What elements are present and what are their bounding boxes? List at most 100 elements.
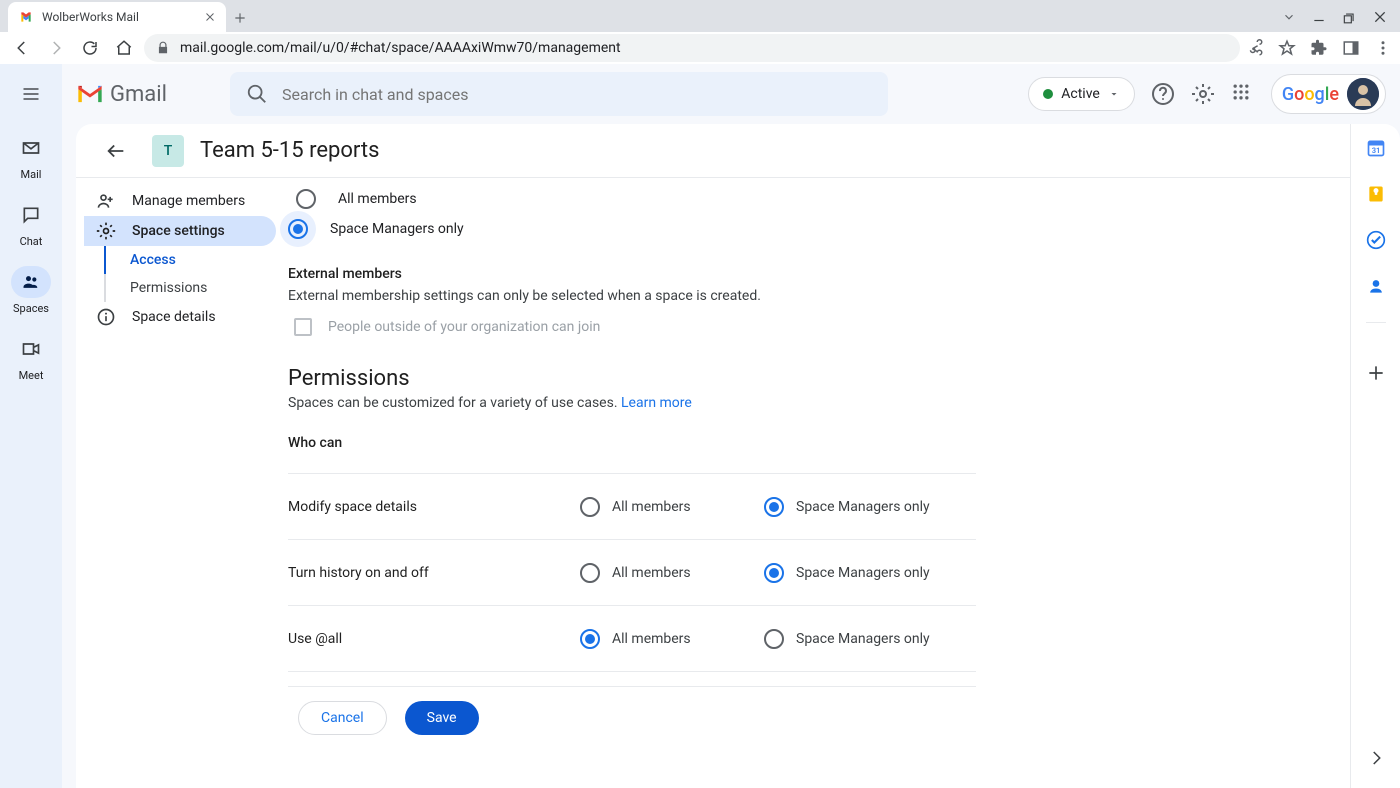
radio-icon[interactable] [580, 563, 600, 583]
nav-space-details[interactable]: Space details [84, 302, 276, 332]
permission-label: Use @all [288, 631, 580, 647]
window-close-icon[interactable] [1372, 9, 1388, 25]
collapse-panel-button[interactable] [1356, 738, 1396, 778]
chevron-down-icon[interactable] [1282, 10, 1296, 24]
nav-label: Space details [132, 309, 216, 325]
radio-icon[interactable] [764, 629, 784, 649]
header-right: Active Google [1028, 74, 1386, 114]
browser-toolbar: mail.google.com/mail/u/0/#chat/space/AAA… [0, 32, 1400, 64]
contacts-icon[interactable] [1366, 276, 1386, 296]
extensions-icon[interactable] [1310, 39, 1328, 57]
rail-item-meet[interactable]: Meet [11, 333, 51, 382]
rail-item-spaces[interactable]: Spaces [11, 266, 51, 315]
radio-row-all[interactable]: All members [288, 184, 976, 214]
nav-space-settings[interactable]: Space settings [84, 216, 276, 246]
address-bar[interactable]: mail.google.com/mail/u/0/#chat/space/AAA… [144, 34, 1240, 62]
gear-icon[interactable] [1191, 82, 1215, 106]
permissions-subtext: Spaces can be customized for a variety o… [288, 395, 976, 411]
sidepanel-icon[interactable] [1342, 39, 1360, 57]
back-icon[interactable] [8, 34, 36, 62]
radio-icon[interactable] [580, 497, 600, 517]
radio-label: Space Managers only [330, 221, 464, 237]
subnav-permissions[interactable]: Permissions [104, 274, 276, 302]
keep-icon[interactable] [1366, 184, 1386, 204]
permission-option-mgr[interactable]: Space Managers only [764, 497, 948, 517]
gmail-logo[interactable]: Gmail [76, 82, 214, 107]
nav-label: Manage members [132, 193, 245, 209]
external-heading: External members [288, 266, 976, 282]
footer-bar: Cancel Save [288, 686, 976, 749]
toolbar-right [1246, 39, 1392, 57]
rail-label-spaces: Spaces [13, 302, 49, 315]
status-label: Active [1061, 86, 1100, 102]
permission-label: Modify space details [288, 499, 580, 515]
share-icon[interactable] [1246, 39, 1264, 57]
chevron-down-icon [1108, 88, 1120, 100]
nav-manage-members[interactable]: Manage members [84, 186, 276, 216]
app-header: Gmail Active Google [62, 64, 1400, 124]
external-subtext: External membership settings can only be… [288, 288, 976, 304]
option-label: All members [612, 565, 691, 581]
option-label: Space Managers only [796, 631, 930, 647]
svg-text:31: 31 [1371, 146, 1380, 155]
save-button[interactable]: Save [405, 701, 479, 735]
radio-label: All members [338, 191, 417, 207]
radio-icon[interactable] [296, 189, 316, 209]
close-icon[interactable] [204, 11, 216, 23]
permission-label: Turn history on and off [288, 565, 580, 581]
permission-option-mgr[interactable]: Space Managers only [764, 563, 948, 583]
browser-tab[interactable]: WolberWorks Mail [8, 2, 226, 32]
new-tab-button[interactable] [226, 4, 254, 32]
radio-icon[interactable] [764, 497, 784, 517]
account-chip[interactable]: Google [1271, 74, 1386, 114]
search-bar[interactable] [230, 72, 888, 116]
permission-option-all[interactable]: All members [580, 629, 764, 649]
radio-row-mgr[interactable]: Space Managers only [288, 214, 976, 244]
who-can-heading: Who can [288, 435, 976, 451]
kebab-icon[interactable] [1374, 39, 1392, 57]
space-avatar: T [152, 135, 184, 167]
search-input[interactable] [282, 85, 872, 104]
settings-content: All members Space Managers only External… [276, 178, 1350, 788]
radio-icon[interactable] [580, 629, 600, 649]
reload-icon[interactable] [76, 34, 104, 62]
separator [1366, 322, 1386, 323]
home-icon[interactable] [110, 34, 138, 62]
subnav-access[interactable]: Access [104, 246, 276, 274]
gmail-logo-text: Gmail [110, 82, 167, 107]
star-icon[interactable] [1278, 39, 1296, 57]
rail-label-meet: Meet [19, 369, 44, 382]
search-icon [246, 83, 268, 105]
info-icon [96, 307, 116, 327]
apps-grid-icon[interactable] [1231, 82, 1255, 106]
option-label: Space Managers only [796, 499, 930, 515]
checkbox-label: People outside of your organization can … [328, 319, 600, 335]
learn-more-link[interactable]: Learn more [621, 395, 692, 411]
permission-option-all[interactable]: All members [580, 563, 764, 583]
left-rail: Mail Chat Spaces Meet [0, 64, 62, 788]
status-chip[interactable]: Active [1028, 77, 1135, 111]
radio-icon[interactable] [764, 563, 784, 583]
calendar-icon[interactable]: 31 [1366, 138, 1386, 158]
option-label: All members [612, 631, 691, 647]
permission-option-mgr[interactable]: Space Managers only [764, 629, 948, 649]
hamburger-icon[interactable] [11, 74, 51, 114]
gmail-favicon [18, 9, 34, 25]
tasks-icon[interactable] [1366, 230, 1386, 250]
cancel-button[interactable]: Cancel [298, 701, 387, 735]
back-arrow-button[interactable] [96, 131, 136, 171]
app-main: Gmail Active Google [62, 64, 1400, 788]
add-addon-button[interactable] [1356, 353, 1396, 393]
restore-icon[interactable] [1342, 10, 1356, 24]
permission-option-all[interactable]: All members [580, 497, 764, 517]
help-icon[interactable] [1151, 82, 1175, 106]
radio-icon[interactable] [288, 219, 308, 239]
card-header: T Team 5-15 reports [76, 124, 1350, 178]
space-title: Team 5-15 reports [200, 138, 379, 163]
google-wordmark: Google [1282, 84, 1339, 105]
lock-icon [156, 41, 170, 55]
rail-item-chat[interactable]: Chat [11, 199, 51, 248]
minimize-icon[interactable] [1312, 10, 1326, 24]
rail-item-mail[interactable]: Mail [11, 132, 51, 181]
settings-nav: Manage members Space settings Access Per… [76, 178, 276, 788]
